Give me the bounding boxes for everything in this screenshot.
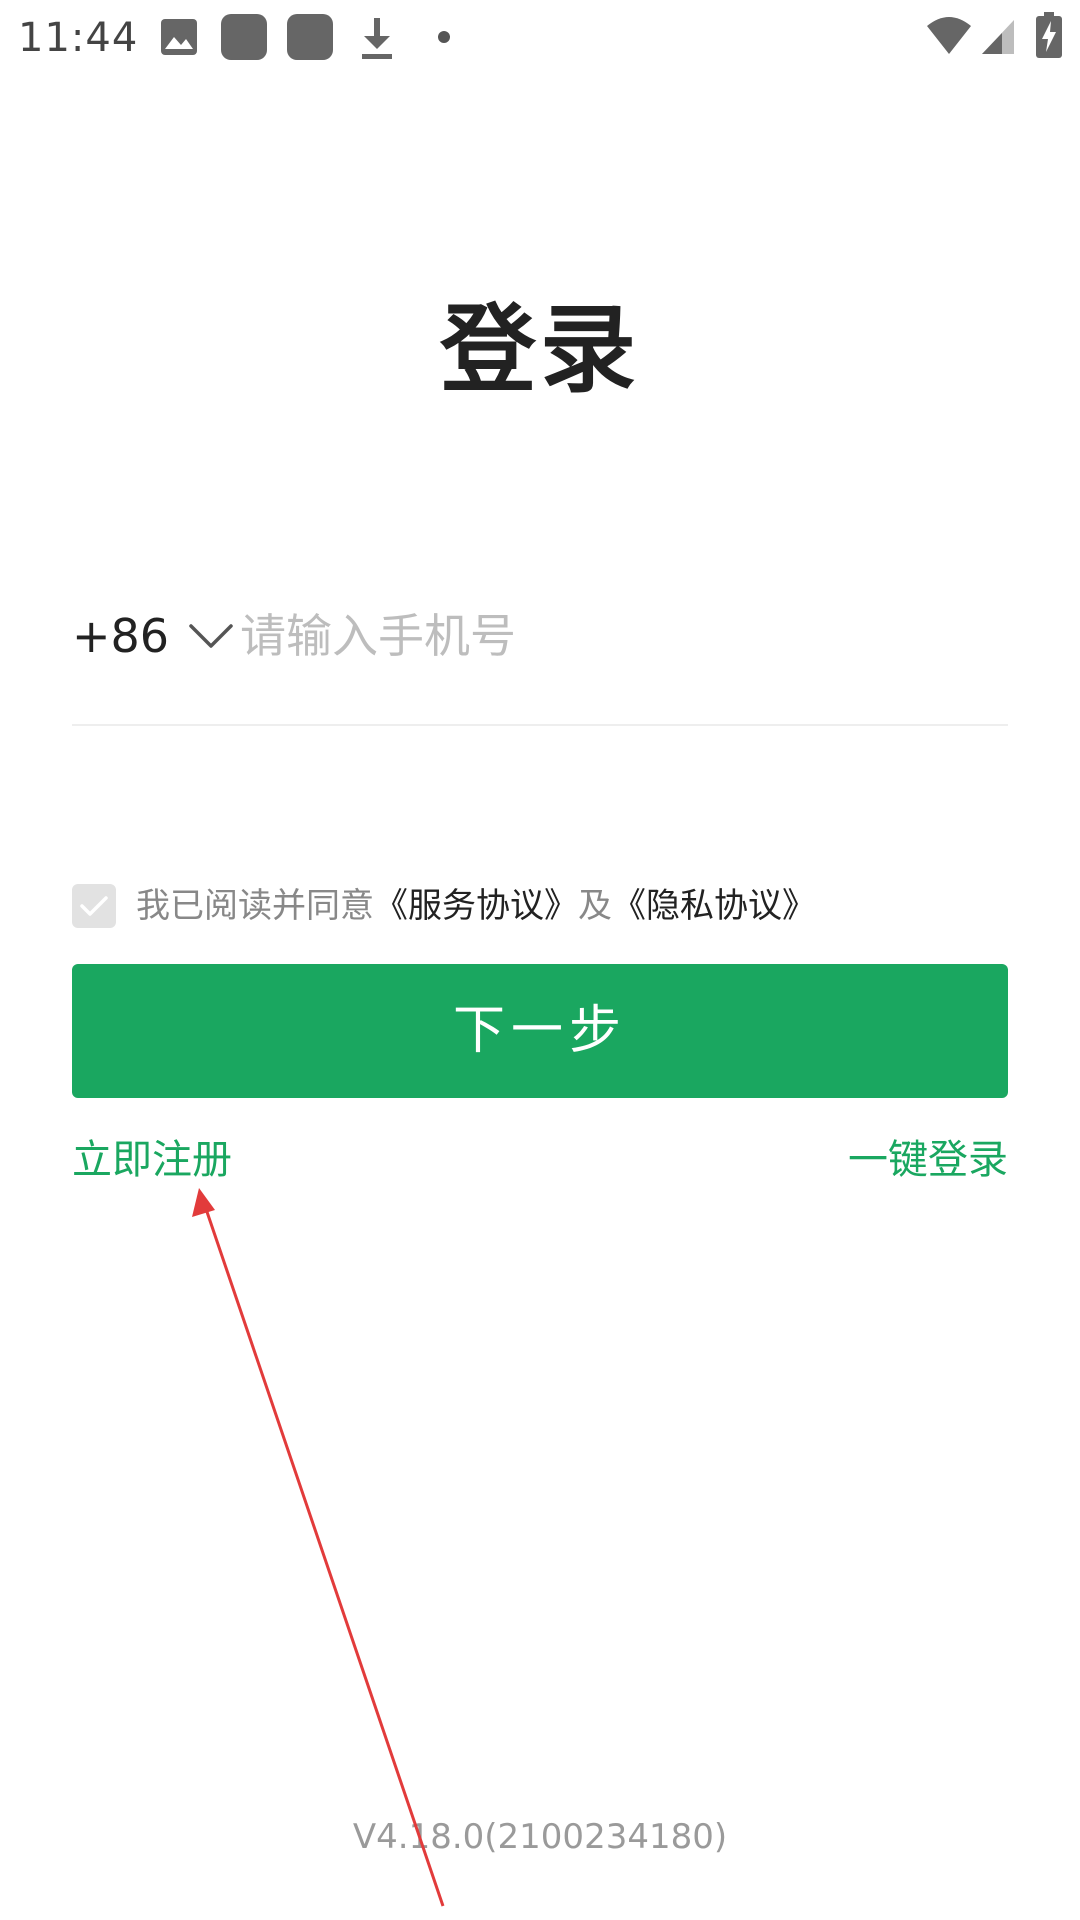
service-agreement-link[interactable]: 《服务协议》 [374, 886, 578, 926]
phone-field: +86 [72, 600, 1008, 672]
phone-field-divider [72, 724, 1008, 726]
signal-icon [982, 20, 1014, 54]
app-icon [221, 14, 267, 60]
download-icon [362, 18, 392, 59]
country-code-selector[interactable]: +86 [72, 600, 235, 672]
phone-number-input[interactable] [240, 600, 1000, 672]
chevron-down-icon [189, 624, 233, 648]
agreement-conjunction: 及 [578, 886, 612, 926]
page-title: 登录 [440, 294, 640, 406]
agreement-prefix: 我已阅读并同意 [136, 886, 374, 926]
next-step-button[interactable]: 下一步 [72, 964, 1008, 1098]
image-icon [161, 19, 197, 55]
agreement-checkbox[interactable] [72, 884, 116, 928]
agreement-row: 我已阅读并同意《服务协议》及《隐私协议》 [72, 880, 1008, 932]
check-icon [80, 896, 108, 916]
battery-charging-icon [1036, 12, 1062, 58]
one-click-login-link[interactable]: 一键登录 [848, 1132, 1008, 1188]
register-now-link[interactable]: 立即注册 [72, 1132, 232, 1188]
app-icon [287, 14, 333, 60]
privacy-agreement-link[interactable]: 《隐私协议》 [612, 886, 816, 926]
agreement-text: 我已阅读并同意《服务协议》及《隐私协议》 [136, 880, 816, 932]
country-code-label: +86 [72, 609, 170, 663]
annotation-arrow [192, 1188, 445, 1907]
status-time: 11:44 [18, 15, 139, 61]
app-version: V4.18.0(2100234180) [352, 1817, 728, 1857]
wifi-icon [927, 17, 971, 54]
dot-icon [438, 31, 450, 43]
status-bar: 11:44 [0, 0, 1080, 76]
